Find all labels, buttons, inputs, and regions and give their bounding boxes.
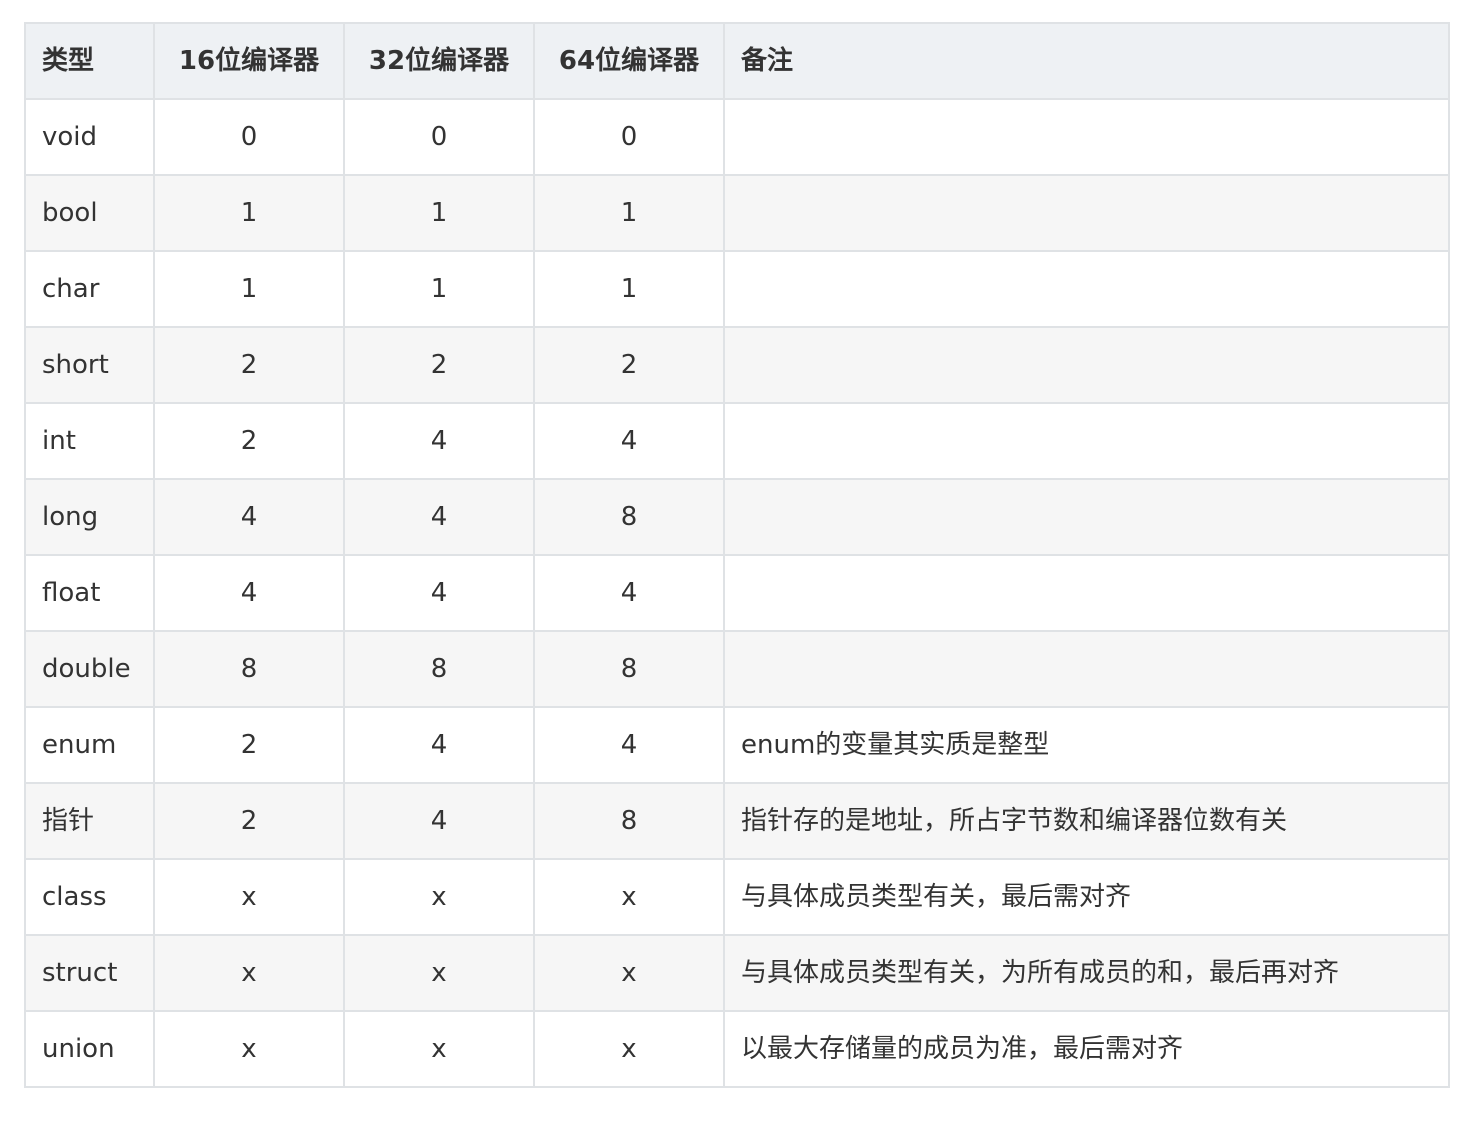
header-32bit: 32位编译器 xyxy=(343,22,535,100)
cell-64bit: 2 xyxy=(533,326,725,404)
cell-note: 与具体成员类型有关，为所有成员的和，最后再对齐 xyxy=(723,934,1450,1012)
table-row: enum 2 4 4 enum的变量其实质是整型 xyxy=(24,706,1450,784)
table-row: long 4 4 8 xyxy=(24,478,1450,556)
cell-note xyxy=(723,554,1450,632)
cell-64bit: 4 xyxy=(533,402,725,480)
cell-32bit: 4 xyxy=(343,782,535,860)
cell-note: 与具体成员类型有关，最后需对齐 xyxy=(723,858,1450,936)
cell-64bit: 8 xyxy=(533,478,725,556)
cell-64bit: x xyxy=(533,934,725,1012)
cell-note: 指针存的是地址，所占字节数和编译器位数有关 xyxy=(723,782,1450,860)
cell-type: 指针 xyxy=(24,782,155,860)
cell-16bit: x xyxy=(153,1010,345,1088)
cell-32bit: 1 xyxy=(343,174,535,252)
cell-64bit: 8 xyxy=(533,782,725,860)
cell-32bit: 4 xyxy=(343,554,535,632)
cell-64bit: 4 xyxy=(533,554,725,632)
cell-64bit: 4 xyxy=(533,706,725,784)
cell-16bit: 2 xyxy=(153,326,345,404)
cell-type: class xyxy=(24,858,155,936)
cell-type: void xyxy=(24,98,155,176)
header-type: 类型 xyxy=(24,22,155,100)
cell-note xyxy=(723,326,1450,404)
header-16bit: 16位编译器 xyxy=(153,22,345,100)
cell-16bit: 2 xyxy=(153,402,345,480)
cell-64bit: 0 xyxy=(533,98,725,176)
cell-64bit: 1 xyxy=(533,174,725,252)
cell-16bit: 2 xyxy=(153,706,345,784)
cell-note xyxy=(723,402,1450,480)
cell-64bit: 1 xyxy=(533,250,725,328)
cell-type: float xyxy=(24,554,155,632)
cell-32bit: x xyxy=(343,858,535,936)
table-row: struct x x x 与具体成员类型有关，为所有成员的和，最后再对齐 xyxy=(24,934,1450,1012)
cell-32bit: 0 xyxy=(343,98,535,176)
table-row: class x x x 与具体成员类型有关，最后需对齐 xyxy=(24,858,1450,936)
table-header: 类型 16位编译器 32位编译器 64位编译器 备注 xyxy=(24,22,1450,100)
cell-type: char xyxy=(24,250,155,328)
table-row: char 1 1 1 xyxy=(24,250,1450,328)
cell-note xyxy=(723,630,1450,708)
cell-32bit: x xyxy=(343,934,535,1012)
cell-type: union xyxy=(24,1010,155,1088)
header-64bit: 64位编译器 xyxy=(533,22,725,100)
cell-32bit: 1 xyxy=(343,250,535,328)
table-body: void 0 0 0 bool 1 1 1 char 1 1 1 short 2 2 2 int 2 4 4 long 4… xyxy=(24,98,1450,1088)
cell-type: short xyxy=(24,326,155,404)
cell-note xyxy=(723,174,1450,252)
cell-16bit: 2 xyxy=(153,782,345,860)
type-size-table: 类型 16位编译器 32位编译器 64位编译器 备注 void 0 0 0 bool 1 1… xyxy=(24,22,1450,1088)
table-row: bool 1 1 1 xyxy=(24,174,1450,252)
header-note: 备注 xyxy=(723,22,1450,100)
cell-64bit: x xyxy=(533,1010,725,1088)
table-row: union x x x 以最大存储量的成员为准，最后需对齐 xyxy=(24,1010,1450,1088)
table-row: double 8 8 8 xyxy=(24,630,1450,708)
cell-note xyxy=(723,478,1450,556)
cell-16bit: 4 xyxy=(153,478,345,556)
table-row: void 0 0 0 xyxy=(24,98,1450,176)
cell-type: int xyxy=(24,402,155,480)
table-row: short 2 2 2 xyxy=(24,326,1450,404)
cell-16bit: 1 xyxy=(153,250,345,328)
table-row: 指针 2 4 8 指针存的是地址，所占字节数和编译器位数有关 xyxy=(24,782,1450,860)
cell-16bit: x xyxy=(153,934,345,1012)
table-row: float 4 4 4 xyxy=(24,554,1450,632)
cell-16bit: 4 xyxy=(153,554,345,632)
cell-type: enum xyxy=(24,706,155,784)
cell-16bit: x xyxy=(153,858,345,936)
cell-32bit: 2 xyxy=(343,326,535,404)
header-row: 类型 16位编译器 32位编译器 64位编译器 备注 xyxy=(24,22,1450,100)
cell-64bit: 8 xyxy=(533,630,725,708)
cell-16bit: 0 xyxy=(153,98,345,176)
cell-64bit: x xyxy=(533,858,725,936)
cell-16bit: 1 xyxy=(153,174,345,252)
cell-note: 以最大存储量的成员为准，最后需对齐 xyxy=(723,1010,1450,1088)
cell-32bit: 4 xyxy=(343,706,535,784)
cell-16bit: 8 xyxy=(153,630,345,708)
table-row: int 2 4 4 xyxy=(24,402,1450,480)
cell-32bit: 8 xyxy=(343,630,535,708)
cell-type: double xyxy=(24,630,155,708)
cell-type: bool xyxy=(24,174,155,252)
cell-note xyxy=(723,98,1450,176)
type-size-table-container: 类型 16位编译器 32位编译器 64位编译器 备注 void 0 0 0 bool 1 1… xyxy=(24,22,1450,1088)
cell-32bit: x xyxy=(343,1010,535,1088)
cell-note: enum的变量其实质是整型 xyxy=(723,706,1450,784)
cell-32bit: 4 xyxy=(343,402,535,480)
cell-type: struct xyxy=(24,934,155,1012)
cell-32bit: 4 xyxy=(343,478,535,556)
cell-note xyxy=(723,250,1450,328)
cell-type: long xyxy=(24,478,155,556)
